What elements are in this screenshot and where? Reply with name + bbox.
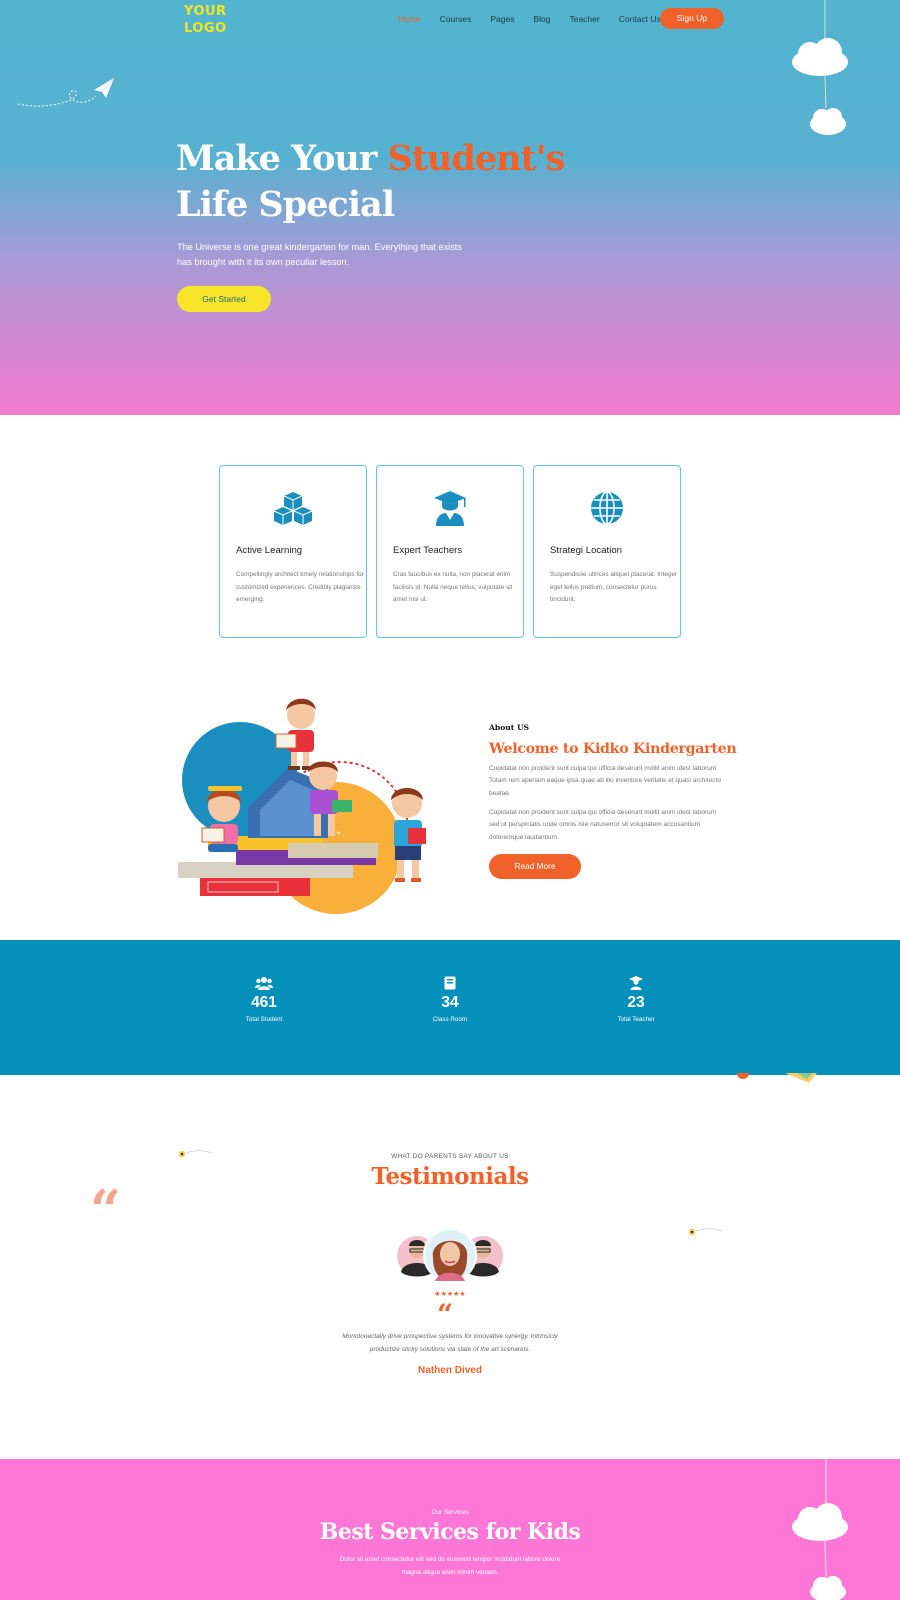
- stat-total-student: 461 Total Student: [214, 976, 314, 1023]
- services-description: Dolor sit amet consectetur elit sed do e…: [339, 1556, 561, 1576]
- graduate-icon: [434, 491, 466, 526]
- services-subtitle: Our Services: [431, 1509, 469, 1516]
- hero-description: The Universe is one great kindergarten f…: [177, 242, 462, 267]
- stat-value: 34: [441, 994, 459, 1011]
- feature-card-expert-teachers: Expert Teachers Cras faucibus ex nulla, …: [376, 465, 524, 638]
- feature-text: Suspendisse ultrices aliquet placerat. I…: [550, 571, 678, 603]
- feature-card-strategi-location: Strategi Location Suspendisse ultrices a…: [533, 465, 681, 638]
- globe-icon: [591, 491, 623, 525]
- services-section: Our Services Best Services for Kids Dolo…: [0, 1459, 900, 1600]
- testimonials-subtitle: WHAT DO PARENTS SAY ABOUT US: [391, 1153, 509, 1160]
- testimonial-author: Nathen Dived: [418, 1365, 482, 1376]
- book-icon: [444, 976, 456, 990]
- hero-title: Make Your Student's Life Special: [176, 136, 596, 228]
- signup-button[interactable]: Sign Up: [660, 8, 724, 29]
- stat-value: 461: [251, 994, 277, 1011]
- hero-title-part2: Life Special: [176, 184, 395, 225]
- feature-text: Compellingly architect timely relationsh…: [236, 571, 364, 603]
- about-title: Welcome to Kidko Kindergarten: [489, 741, 737, 757]
- feature-title: Strategi Location: [550, 545, 622, 556]
- stat-label: Class Room: [432, 1016, 468, 1023]
- logo-line-2: LOGO: [184, 21, 227, 36]
- quote-icon: “: [437, 1298, 454, 1331]
- logo-line-1: YOUR: [184, 4, 227, 19]
- nav-pages[interactable]: Pages: [490, 13, 514, 25]
- stat-value: 23: [627, 994, 645, 1011]
- hero-title-highlight: Student's: [387, 138, 565, 179]
- decor-balloon-icon: [737, 1073, 817, 1083]
- cubes-icon: [273, 492, 313, 525]
- feature-card-active-learning: Active Learning Compellingly architect t…: [219, 465, 367, 638]
- nav-teacher[interactable]: Teacher: [569, 13, 599, 25]
- kids-reading-illustration: [178, 698, 426, 914]
- stat-class-room: 34 Class Room: [400, 976, 500, 1023]
- nav-home[interactable]: Home: [398, 13, 421, 25]
- teacher-icon: [629, 976, 643, 990]
- stats-section: 461 Total Student 34 Class Room 23 Total…: [0, 940, 900, 1075]
- testimonial-text: Monotonectally drive prospective systems…: [342, 1333, 558, 1353]
- testimonial-avatars: [397, 1228, 503, 1282]
- stat-total-teacher: 23 Total Teacher: [586, 976, 686, 1023]
- rating-stars-icon: ★★★★★: [434, 1291, 466, 1298]
- nav-contact-us[interactable]: Contact Us: [619, 13, 661, 25]
- about-paragraph-2: Cupidatat non proident sunt culpa qui of…: [489, 809, 717, 841]
- stat-label: Total Teacher: [617, 1016, 655, 1023]
- feature-text: Cras faucibus ex nulla, non placerat eni…: [393, 571, 513, 603]
- about-label: About US: [489, 723, 530, 732]
- get-started-button[interactable]: Get Started: [177, 286, 271, 312]
- hero-section: YOUR LOGO Home Courses Pages Blog Teache…: [0, 0, 900, 415]
- bee-icon: [689, 1228, 723, 1235]
- nav-courses[interactable]: Courses: [440, 13, 472, 25]
- cloud-icon: [792, 0, 848, 135]
- services-title: Best Services for Kids: [319, 1519, 581, 1545]
- testimonials-title: Testimonials: [371, 1163, 529, 1190]
- read-more-button[interactable]: Read More: [489, 854, 581, 879]
- users-icon: [255, 977, 273, 990]
- site-logo[interactable]: YOUR LOGO: [184, 3, 227, 37]
- feature-title: Expert Teachers: [393, 545, 463, 556]
- hero-title-part1: Make Your: [176, 138, 388, 179]
- main-nav: Home Courses Pages Blog Teacher Contact …: [398, 13, 680, 25]
- paper-plane-icon: [17, 77, 115, 107]
- stat-label: Total Student: [245, 1016, 283, 1023]
- feature-title: Active Learning: [236, 545, 303, 556]
- about-paragraph-1: Cupidatat non proident sunt culpa qui of…: [489, 765, 721, 797]
- nav-blog[interactable]: Blog: [533, 13, 550, 25]
- quote-mark-icon: “: [90, 1178, 122, 1242]
- avatar[interactable]: [423, 1228, 477, 1282]
